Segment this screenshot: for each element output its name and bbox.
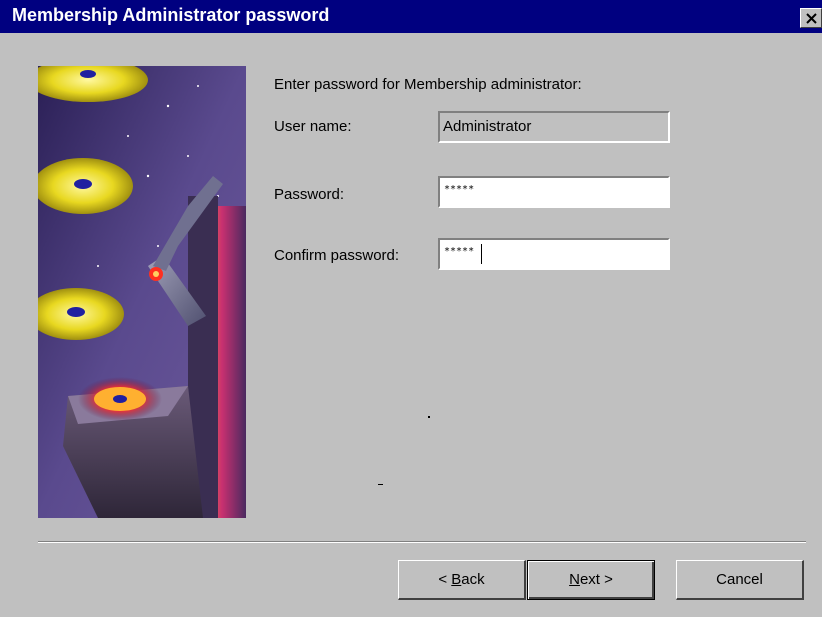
next-button-label: ext > <box>579 571 613 588</box>
close-button[interactable] <box>800 8 822 28</box>
instruction-text: Enter password for Membership administra… <box>274 76 582 93</box>
window-title: Membership Administrator password <box>12 5 330 25</box>
username-label: User name: <box>274 118 352 135</box>
password-value: ***** <box>444 184 475 195</box>
wizard-illustration-cds <box>38 66 246 518</box>
confirm-password-field[interactable]: ***** <box>438 238 670 270</box>
confirm-password-value: ***** <box>444 246 475 257</box>
back-button-mnemonic: B <box>451 571 462 588</box>
username-value: Administrator <box>443 118 532 135</box>
username-field: Administrator <box>438 111 670 143</box>
title-bar: Membership Administrator password <box>0 0 822 33</box>
cancel-button-label: Cancel <box>716 571 763 588</box>
back-button-prefix: < <box>438 571 452 588</box>
password-field[interactable]: ***** <box>438 176 670 208</box>
back-button-label: ack <box>461 571 485 588</box>
password-label: Password: <box>274 186 345 203</box>
next-button-mnemonic: N <box>569 571 580 588</box>
confirm-password-label: Confirm password: <box>274 247 400 264</box>
stray-dash <box>378 484 383 485</box>
dialog-window: Membership Administrator password Enter … <box>0 0 822 617</box>
button-separator <box>38 541 806 543</box>
next-button[interactable]: Next > <box>527 560 655 600</box>
text-caret <box>481 244 482 264</box>
wizard-illustration <box>38 66 246 518</box>
cancel-button[interactable]: Cancel <box>676 560 804 600</box>
stray-dot <box>428 416 430 418</box>
back-button[interactable]: < Back <box>398 560 526 600</box>
close-icon <box>806 13 817 24</box>
